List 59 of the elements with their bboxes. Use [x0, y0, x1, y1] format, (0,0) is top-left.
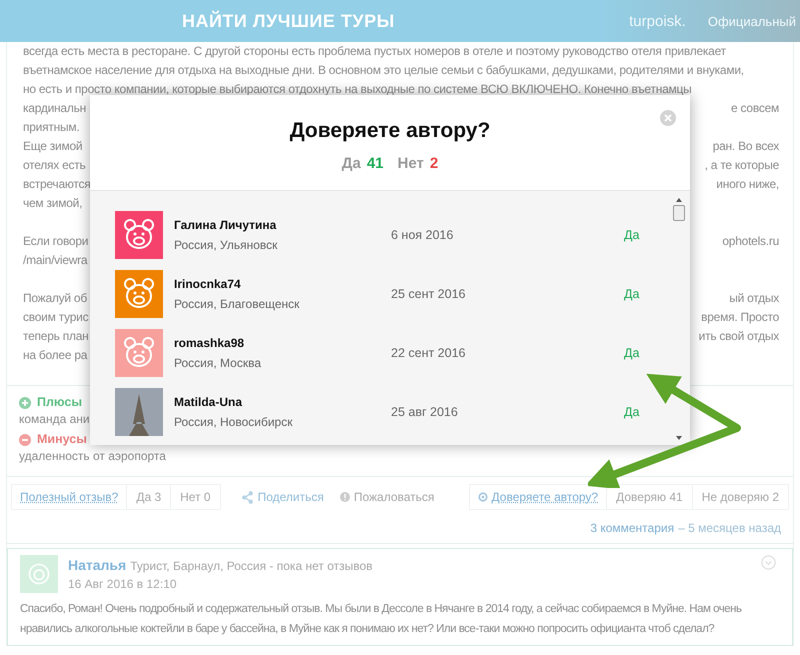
review-text: ить свой отдых [698, 328, 779, 345]
vote-date: 25 сент 2016 [391, 286, 466, 300]
review-text: приятным. [23, 119, 80, 136]
no-label: Нет [398, 155, 424, 172]
review-text: е совсем [731, 100, 779, 117]
review-age: – 5 месяцев назад [678, 521, 781, 535]
review-text: чем зимой, [23, 195, 82, 212]
vote-date: 25 авг 2016 [391, 404, 459, 418]
voter-location: Россия, Ульяновск [174, 238, 278, 252]
dialog-title: Доверяете автору? [288, 119, 492, 143]
review-text: но есть и просто компании, которые выбираются отдохнуть на выходные по системе ВСЮ ВКЛЮЧЕНО. Конечно въетнамцы [23, 81, 692, 98]
header-title[interactable]: НАЙТИ ЛУЧШИЕ ТУРЫ [182, 10, 395, 32]
comments-link[interactable]: 3 комментария [590, 521, 674, 535]
author-info: Турист, Барнаул, Россия - пока нет отзывов [130, 559, 373, 573]
vote-date: 6 ноя 2016 [391, 228, 454, 242]
review-text: время. Просто [701, 309, 779, 326]
review-text: встречаются [23, 176, 90, 193]
no-count: 2 [430, 155, 438, 172]
cons-text: удаленность от аэропорта [19, 448, 166, 464]
review-text: Еще зимой [23, 138, 82, 155]
vote-date: 22 сент 2016 [391, 346, 466, 360]
review-text: иного ниже, [716, 176, 779, 193]
voter-name[interactable]: Matilda-Una [174, 394, 391, 408]
review-text: ophotels.ru [722, 233, 779, 250]
review-text: теперь план [23, 328, 89, 345]
vote-value: Да [624, 346, 640, 360]
vote-value: Да [624, 286, 640, 300]
cons-label: Минусы [37, 431, 87, 448]
review-text: своим турис [23, 309, 88, 326]
review-text: Пожалуй об [23, 290, 87, 307]
review-text: кардинальн [23, 100, 86, 117]
comment-date: 16 Авг 2016 в 12:10 [68, 577, 178, 591]
review-text: въетнамское население для отдыха на выходные дни. В основном это целые семьи с бабушками, дедушками, родителями и внуками, [23, 62, 744, 79]
comment-text: Спасибо, Роман! Очень подробный и содержательный отзыв. Мы были в Дессоле в Нячанге в 2014 году, а сейчас собираемся в Муйне. Нам очень нравились алкогольные коктейли в баре у бассейна, в Муйне как я понимаю их нет? Или все-таки можно попросить официанта чтоб сделал? [20, 602, 742, 637]
vote-value: Да [624, 228, 640, 242]
yes-count: 41 [366, 155, 384, 172]
voter-location: Россия, Новосибирск [174, 414, 294, 428]
voter-name[interactable]: Галина Личутина [174, 218, 391, 232]
header-link[interactable]: Официальный [708, 14, 796, 28]
report-button[interactable]: Пожаловаться [334, 486, 440, 508]
voter-location: Россия, Москва [174, 356, 262, 370]
yes-label: Да [342, 155, 361, 172]
share-button[interactable]: Поделиться [234, 486, 330, 508]
voter-name[interactable]: Irinocnka74 [174, 276, 391, 290]
review-text: Если говори [23, 233, 88, 250]
voter-location: Россия, Благовещенск [174, 296, 300, 310]
comment-author[interactable]: Наталья [68, 557, 126, 573]
vote-value: Да [624, 404, 640, 418]
review-text: отелях есть [23, 157, 86, 174]
pros-text: команда ани [19, 411, 90, 427]
review-text: ран. Во всех [712, 138, 779, 155]
logo[interactable]: turpoisk. [629, 12, 686, 30]
review-text: на более ра [23, 347, 88, 364]
voter-name[interactable]: romashka98 [174, 336, 391, 350]
review-text: /main/viewra [23, 252, 88, 269]
review-text: , а те которые [704, 157, 779, 174]
review-text: ый отдых [729, 290, 779, 307]
pros-label: Плюсы [37, 394, 82, 411]
review-text: всегда есть места в ресторане. С другой стороны есть проблема пустых номеров в отеле и поэтому руководство отеля привлекает [23, 43, 726, 60]
